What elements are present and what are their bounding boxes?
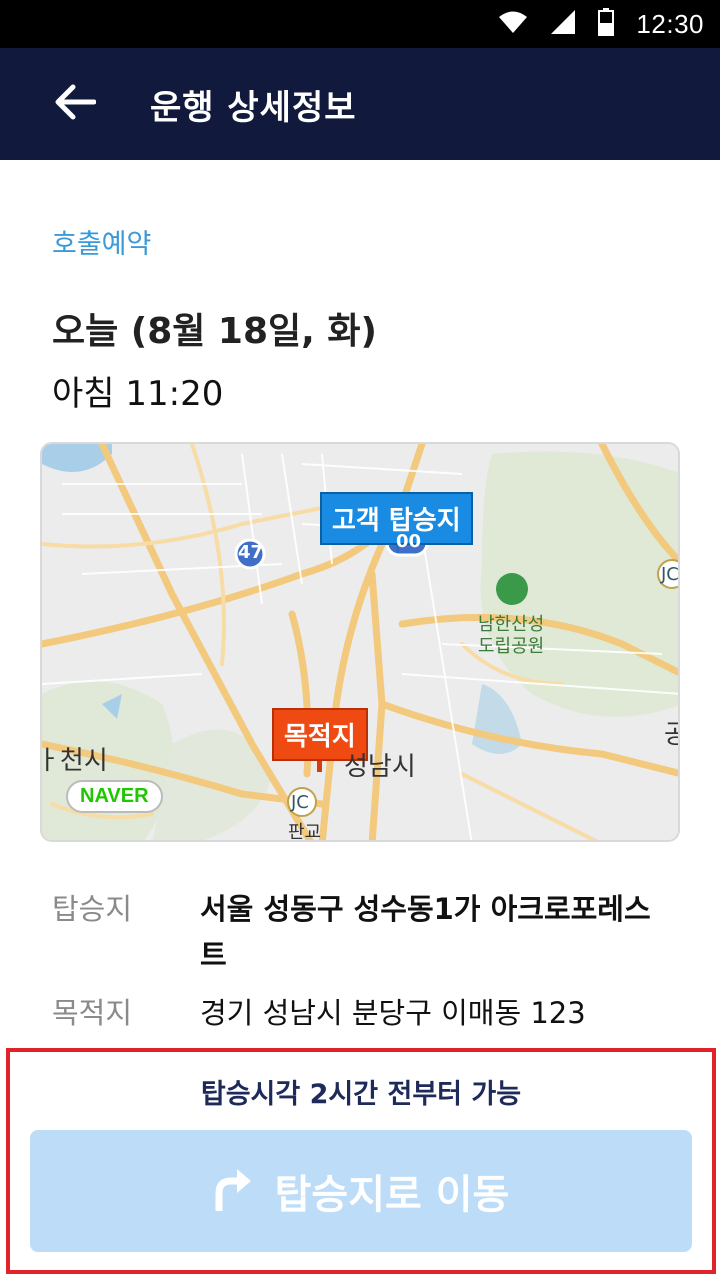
bottom-action-panel: 탑승시각 2시간 전부터 가능 탑승지로 이동: [6, 1048, 716, 1274]
pickup-row: 탑승지 서울 성동구 성수동1가 아크로포레스트: [52, 886, 670, 978]
destination-row: 목적지 경기 성남시 분당구 이매동 123: [52, 990, 670, 1036]
destination-address: 경기 성남시 분당구 이매동 123: [200, 996, 586, 1030]
city-label-center: 성남시: [344, 752, 416, 782]
go-to-pickup-label: 탑승지로 이동: [274, 1172, 510, 1218]
route-map[interactable]: 고객 탑승지 목적지 47 00 JC JC 판교 남한산성 도립공원 ㅏ천시 …: [40, 442, 680, 842]
go-to-pickup-button[interactable]: 탑승지로 이동: [30, 1130, 692, 1252]
page-title: 운행 상세정보: [150, 87, 357, 128]
cell-signal-icon: [550, 9, 576, 39]
pickup-address: 서울 성동구 성수동1가 아크로포레스트: [200, 892, 651, 972]
ride-type-label: 호출예약: [52, 229, 152, 260]
app-bar: 운행 상세정보: [0, 48, 720, 160]
availability-note: 탑승시각 2시간 전부터 가능: [200, 1079, 522, 1110]
status-icons: 12:30: [498, 0, 704, 48]
park-label-line2: 도립공원: [478, 636, 545, 657]
route-47-label: 47: [238, 542, 264, 563]
naver-logo-badge: NAVER: [66, 780, 163, 813]
battery-icon: [598, 8, 615, 40]
ride-date: 오늘 (8월 18일, 화): [52, 311, 377, 352]
jc-label-right: JC: [661, 564, 679, 585]
back-button[interactable]: [0, 48, 150, 160]
turn-right-arrow-icon: [213, 1167, 253, 1215]
route-100-label: 00: [396, 531, 422, 552]
pangyo-label: 판교: [288, 822, 322, 842]
destination-label: 목적지: [52, 996, 133, 1030]
jc-label-pangyo: JC: [291, 792, 309, 813]
status-time: 12:30: [636, 8, 704, 39]
place-label-right-edge: 공: [664, 714, 678, 751]
status-bar: 12:30: [0, 0, 720, 48]
back-arrow-icon: [54, 84, 97, 124]
ride-time: 아침 11:20: [52, 374, 224, 414]
pickup-label: 탑승지: [52, 892, 133, 926]
city-label-left: ㅏ천시: [40, 746, 108, 776]
wifi-icon: [498, 10, 528, 38]
